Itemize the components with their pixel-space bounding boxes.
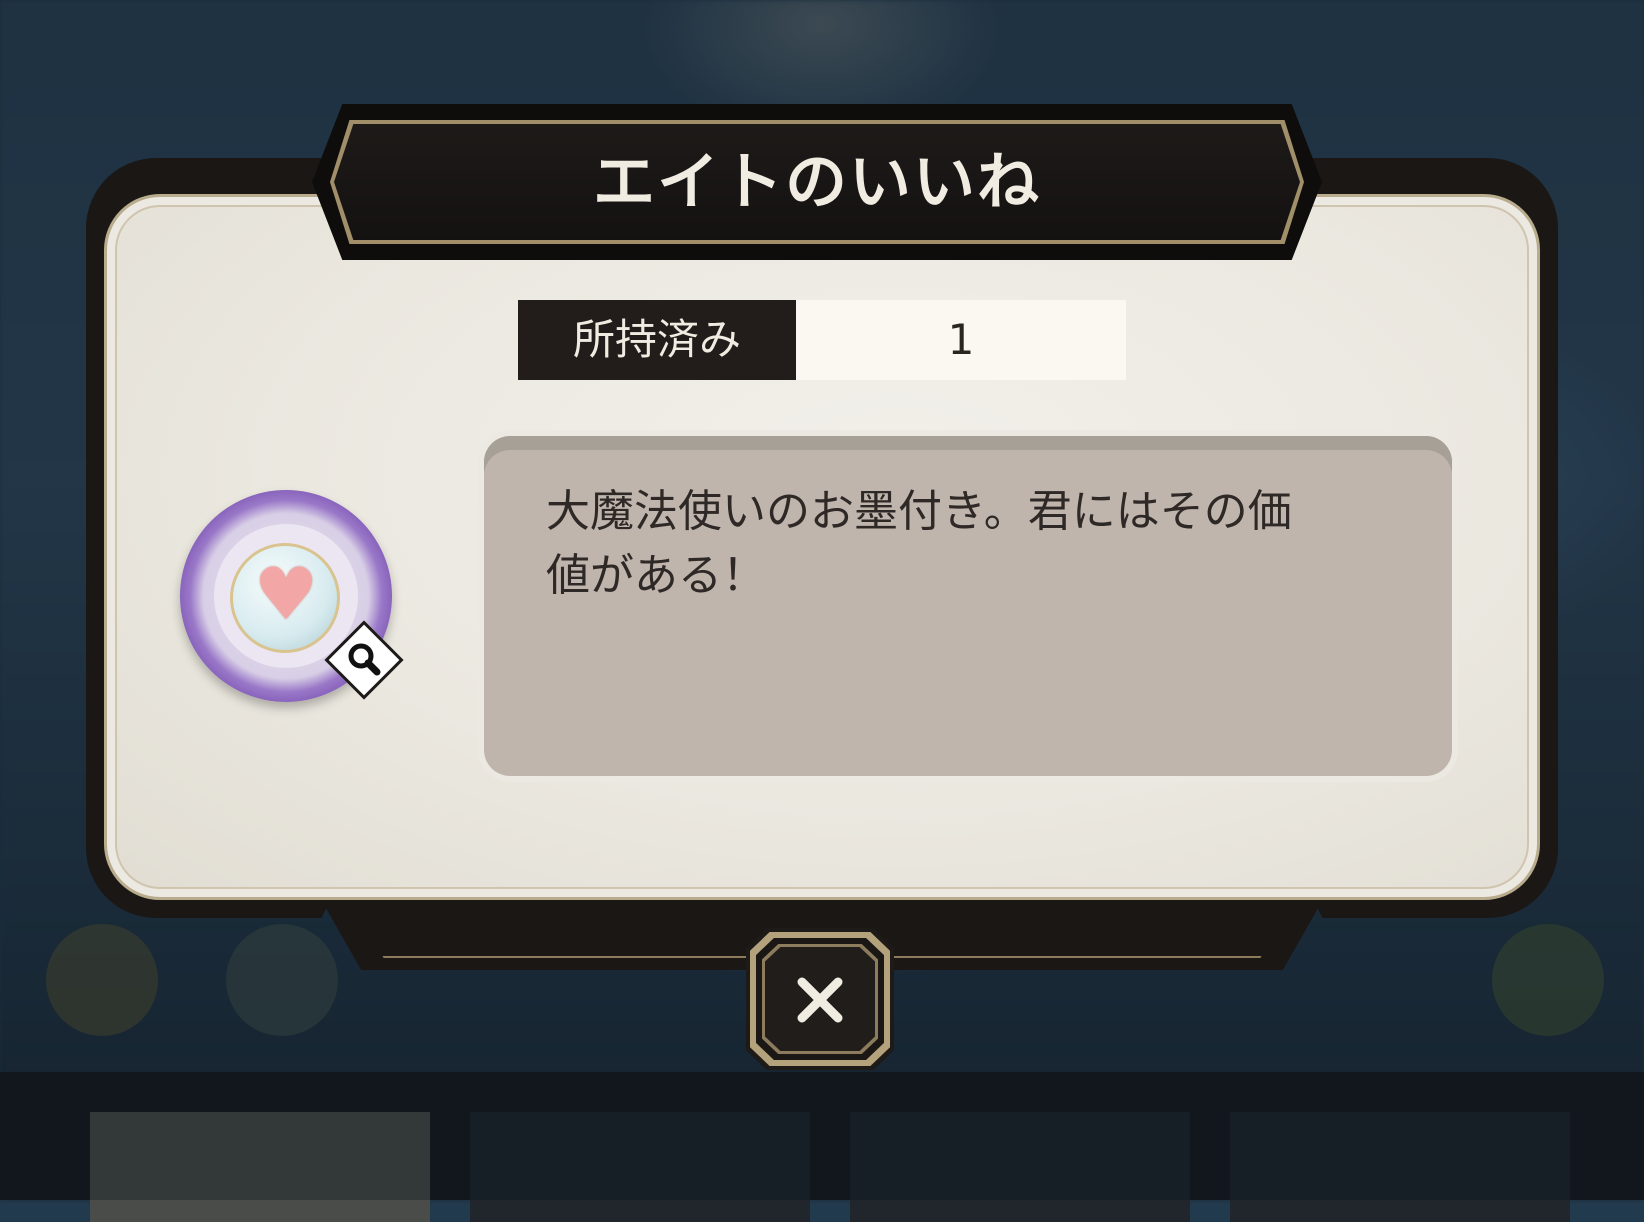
magnifier-icon[interactable]: [341, 636, 387, 682]
close-icon: [797, 977, 843, 1023]
dialog-title: エイトのいいね: [592, 145, 1041, 218]
heart-sticker-icon: ♥: [253, 552, 319, 636]
owned-label: 所持済み: [518, 300, 796, 380]
owned-count: 1: [796, 300, 1126, 380]
item-description: 大魔法使いのお墨付き。君にはその価 値がある！: [546, 486, 1292, 601]
